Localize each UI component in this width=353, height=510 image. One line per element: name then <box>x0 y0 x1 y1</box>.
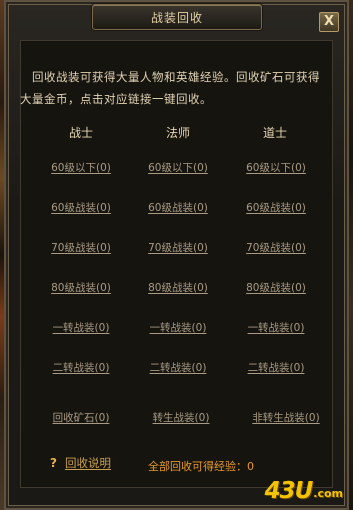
site-watermark-logo: 43U .com <box>265 478 343 504</box>
column-header-taoist: 道士 <box>262 126 287 140</box>
recycle-link-taoist[interactable]: 60级战装(0) <box>226 200 326 215</box>
recycle-link-warrior[interactable]: 70级战装(0) <box>31 240 131 255</box>
recycle-link-warrior[interactable]: 60级战装(0) <box>31 200 131 215</box>
watermark-main: 43U <box>264 478 314 504</box>
intro-text: 回收战装可获得大量人物和英雄经验。回收矿石可获得大量金币，点击对应链接一键回收。 <box>20 70 320 106</box>
recycle-link-warrior[interactable]: 二转战装(0) <box>31 360 131 375</box>
total-experience-label: 全部回收可得经验：0 <box>148 460 254 473</box>
recycle-link-warrior[interactable]: 80级战装(0) <box>31 280 131 295</box>
title-plate: 战装回收 <box>92 4 262 30</box>
recycle-link-taoist[interactable]: 一转战装(0) <box>226 320 326 335</box>
recycle-link-mage[interactable]: 60级战装(0) <box>128 200 228 215</box>
help-section: ? 回收说明 <box>50 455 111 471</box>
recycle-link-taoist[interactable]: 80级战装(0) <box>226 280 326 295</box>
recycle-link-mage[interactable]: 80级战装(0) <box>128 280 228 295</box>
recycle-ore-link[interactable]: 回收矿石(0) <box>31 410 131 425</box>
recycle-link-taoist[interactable]: 二转战装(0) <box>226 360 326 375</box>
window-title: 战装回收 <box>150 11 203 25</box>
recycle-link-mage[interactable]: 60级以下(0) <box>128 160 228 175</box>
recycle-link-mage[interactable]: 一转战装(0) <box>128 320 228 335</box>
recycle-link-mage[interactable]: 70级战装(0) <box>128 240 228 255</box>
title-bar[interactable]: 战装回收 X <box>6 2 347 32</box>
non-reborn-equipment-link[interactable]: 非转生战装(0) <box>236 410 336 425</box>
recycle-link-warrior[interactable]: 60级以下(0) <box>31 160 131 175</box>
equipment-recycle-panel: 战装回收 X 回收战装可获得大量人物和英雄经验。回收矿石可获得大量金币，点击对应… <box>4 0 349 510</box>
help-link[interactable]: 回收说明 <box>65 455 111 471</box>
close-button[interactable]: X <box>319 12 339 32</box>
column-header-mage: 法师 <box>165 126 190 140</box>
recycle-link-warrior[interactable]: 一转战装(0) <box>31 320 131 335</box>
watermark-suffix: .com <box>313 487 343 500</box>
recycle-link-taoist[interactable]: 70级战装(0) <box>226 240 326 255</box>
question-icon: ? <box>50 456 57 470</box>
column-header-warrior: 战士 <box>68 126 93 140</box>
game-scene-edge-right <box>349 0 353 510</box>
recycle-link-mage[interactable]: 二转战装(0) <box>128 360 228 375</box>
reborn-equipment-link[interactable]: 转生战装(0) <box>131 410 231 425</box>
recycle-link-taoist[interactable]: 60级以下(0) <box>226 160 326 175</box>
